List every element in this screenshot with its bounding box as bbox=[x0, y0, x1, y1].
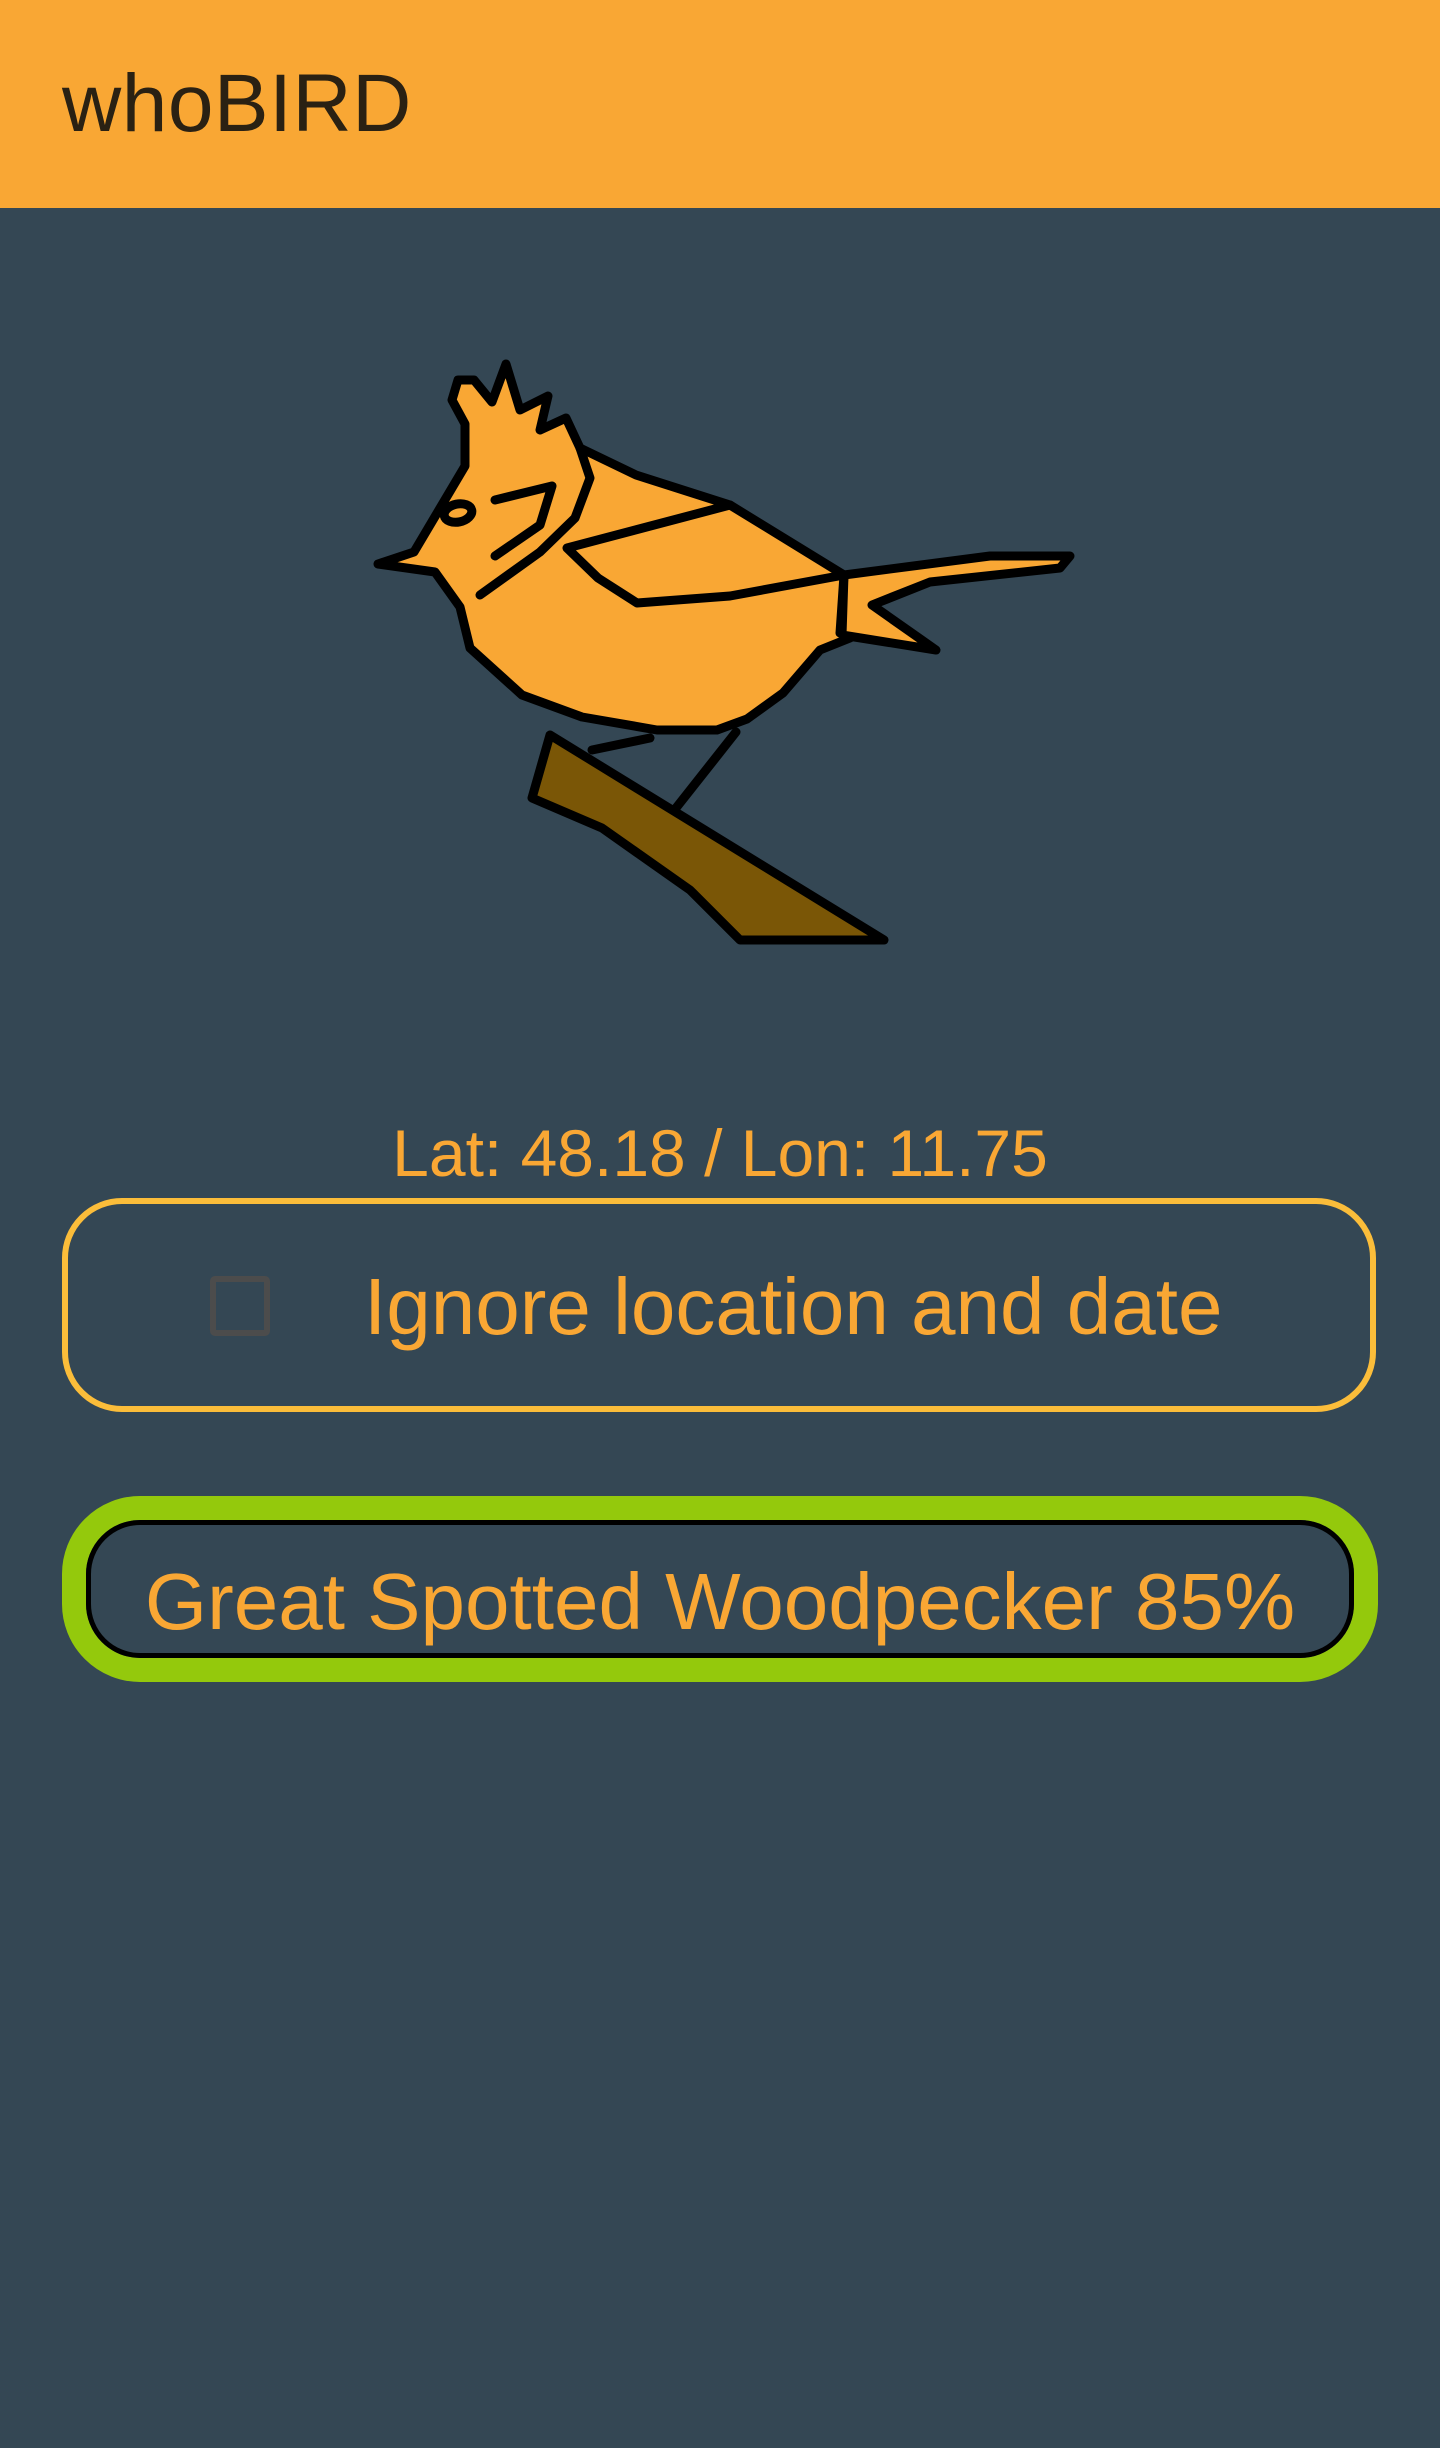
bird-logo-icon bbox=[373, 359, 1075, 945]
result-highlight[interactable]: Great Spotted Woodpecker 85% bbox=[62, 1496, 1378, 1682]
app-title: whoBIRD bbox=[62, 58, 412, 149]
result-card: Great Spotted Woodpecker 85% bbox=[86, 1520, 1354, 1658]
location-coordinates: Lat: 48.18 / Lon: 11.75 bbox=[392, 1116, 1048, 1190]
result-species-confidence: Great Spotted Woodpecker 85% bbox=[144, 1557, 1296, 1646]
ignore-location-label: Ignore location and date bbox=[364, 1262, 1223, 1351]
ignore-location-checkbox[interactable] bbox=[210, 1276, 270, 1336]
ignore-location-toggle[interactable]: Ignore location and date bbox=[62, 1198, 1376, 1412]
app-bar: whoBIRD bbox=[0, 0, 1440, 208]
